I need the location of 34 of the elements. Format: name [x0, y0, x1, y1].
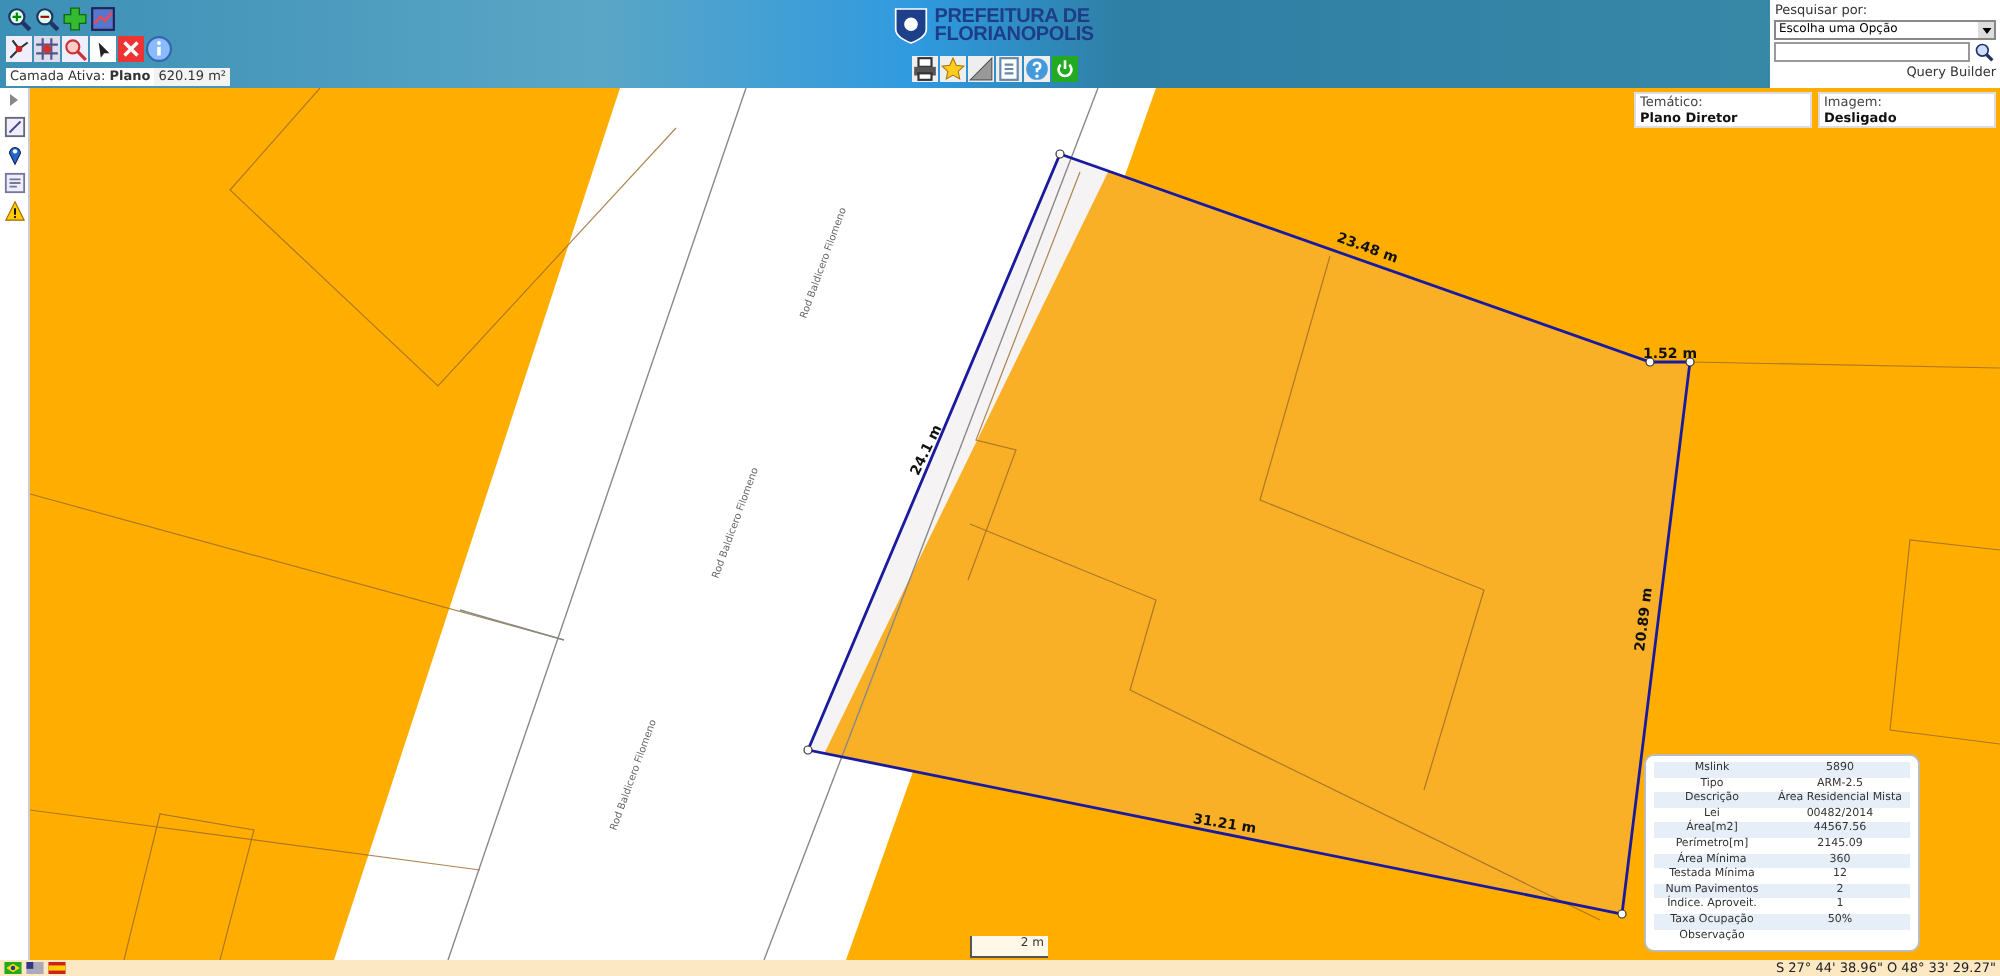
document-icon[interactable]	[996, 56, 1023, 82]
vertex-handle[interactable]	[1645, 357, 1655, 367]
warning-icon[interactable]	[3, 200, 25, 222]
zoom-out-icon[interactable]	[34, 6, 60, 32]
ruler-icon[interactable]	[968, 56, 995, 82]
nodes-icon[interactable]	[6, 36, 32, 62]
city-title: FLORIANOPOLIS	[934, 26, 1094, 44]
expand-arrow-icon[interactable]	[10, 94, 18, 106]
caret-icon	[1981, 27, 1991, 33]
magnifier-icon[interactable]	[62, 36, 88, 62]
city-crest-icon	[894, 6, 929, 46]
vertex-handle[interactable]	[1055, 149, 1065, 159]
info-icon[interactable]	[146, 36, 172, 62]
pointer-icon[interactable]	[90, 36, 116, 62]
flag-icon[interactable]	[26, 962, 44, 974]
map-pin-icon[interactable]	[3, 144, 25, 166]
map-edit-icon[interactable]	[3, 116, 25, 138]
close-icon[interactable]	[118, 36, 144, 62]
flag-icon[interactable]	[4, 962, 22, 974]
vertex-handle[interactable]	[1685, 357, 1695, 367]
help-icon[interactable]	[1024, 56, 1051, 82]
print-icon[interactable]	[912, 56, 939, 82]
grid-icon[interactable]	[34, 36, 60, 62]
flag-icon[interactable]	[48, 962, 66, 974]
vertex-handle[interactable]	[1617, 909, 1627, 919]
vertex-handle[interactable]	[803, 745, 813, 755]
notes-icon[interactable]	[3, 172, 25, 194]
search-icon[interactable]	[1974, 42, 1995, 62]
city-title: PREFEITURA DE	[934, 8, 1090, 26]
power-icon[interactable]	[1052, 56, 1079, 82]
search-field[interactable]	[1774, 42, 1971, 62]
map-extent-icon[interactable]	[90, 6, 116, 32]
zoom-in-icon[interactable]	[6, 6, 32, 32]
star-icon[interactable]	[940, 56, 967, 82]
